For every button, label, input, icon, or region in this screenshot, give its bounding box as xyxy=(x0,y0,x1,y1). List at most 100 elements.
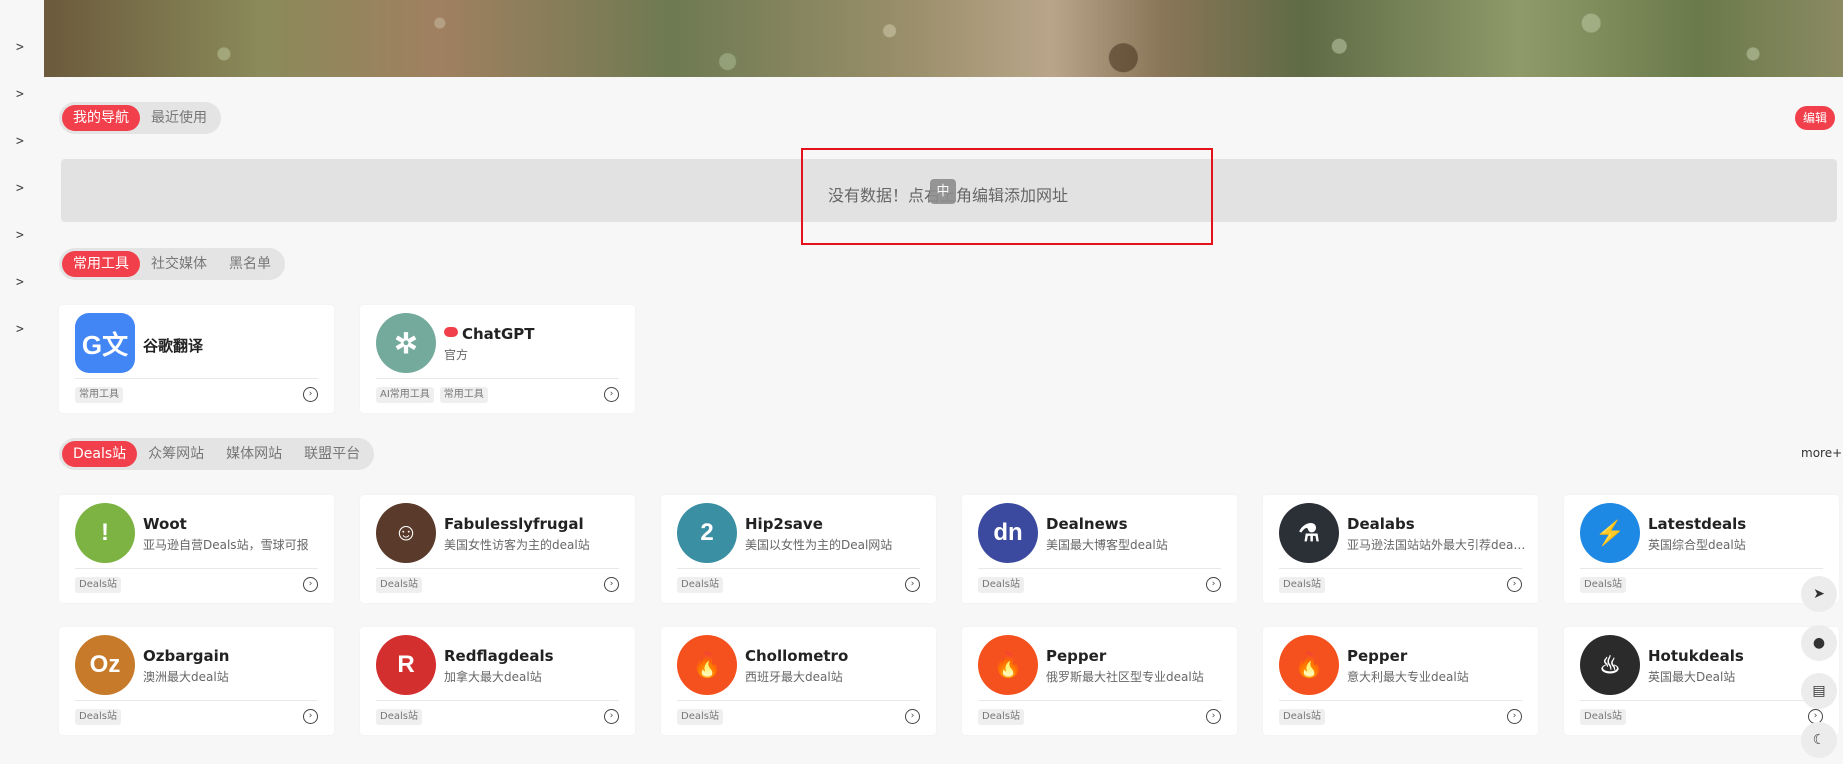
edit-button[interactable]: 编辑 xyxy=(1795,106,1836,130)
chevron-right-icon[interactable]: > xyxy=(16,322,24,337)
chevron-right-icon[interactable]: > xyxy=(16,87,24,102)
site-card[interactable]: dn Dealnews 美国最大博客型deal站 Deals站 › xyxy=(962,495,1237,603)
go-arrow-icon[interactable]: › xyxy=(1206,709,1221,724)
go-arrow-icon[interactable]: › xyxy=(303,709,318,724)
tab-deals[interactable]: Deals站 xyxy=(62,441,138,467)
site-card[interactable]: ! Woot 亚马逊自营Deals站，雪球可报 Deals站 › xyxy=(59,495,334,603)
site-card[interactable]: ♨ Hotukdeals 英国最大Deal站 Deals站 › xyxy=(1564,627,1839,735)
woot-exclamation-icon: ! xyxy=(75,503,135,563)
chevron-right-icon[interactable]: > xyxy=(16,40,24,55)
site-card[interactable]: 🔥 Pepper 意大利最大专业deal站 Deals站 › xyxy=(1263,627,1538,735)
site-subtitle: 亚马逊法国站站外最大引荐deal站 xyxy=(1347,538,1527,552)
site-subtitle: 美国最大博客型deal站 xyxy=(1046,538,1168,552)
google-translate-icon: G文 xyxy=(75,313,135,373)
site-tag[interactable]: 常用工具 xyxy=(75,387,123,403)
go-arrow-icon[interactable]: › xyxy=(1206,577,1221,592)
hot-badge xyxy=(444,327,458,337)
site-tag[interactable]: Deals站 xyxy=(978,709,1024,725)
go-arrow-icon[interactable]: › xyxy=(905,577,920,592)
redflagdeals-r-icon: R xyxy=(376,635,436,695)
highlight-box xyxy=(801,148,1213,245)
site-card[interactable]: G文 谷歌翻译 常用工具 › xyxy=(59,305,334,413)
site-tag[interactable]: Deals站 xyxy=(1580,577,1626,593)
site-subtitle: 加拿大最大deal站 xyxy=(444,670,542,684)
go-arrow-icon[interactable]: › xyxy=(604,387,619,402)
site-title: Chollometro xyxy=(745,647,849,665)
tab-blacklist[interactable]: 黑名单 xyxy=(218,251,282,277)
site-title: Pepper xyxy=(1347,647,1408,665)
tab-social-media[interactable]: 社交媒体 xyxy=(140,251,218,277)
site-title: Dealabs xyxy=(1347,515,1415,533)
go-arrow-icon[interactable]: › xyxy=(303,577,318,592)
dark-mode-icon[interactable]: ☾ xyxy=(1801,722,1837,758)
calculator-icon[interactable]: ▤ xyxy=(1801,673,1837,709)
chevron-right-icon[interactable]: > xyxy=(16,181,24,196)
site-tag[interactable]: Deals站 xyxy=(677,709,723,725)
go-arrow-icon[interactable]: › xyxy=(1507,577,1522,592)
tab-crowdfunding[interactable]: 众筹网站 xyxy=(137,441,215,467)
site-subtitle: 西班牙最大deal站 xyxy=(745,670,843,684)
site-title: Dealnews xyxy=(1046,515,1128,533)
site-tag[interactable]: Deals站 xyxy=(376,577,422,593)
site-subtitle: 俄罗斯最大社区型专业deal站 xyxy=(1046,670,1204,684)
tab-media[interactable]: 媒体网站 xyxy=(215,441,293,467)
site-title: Latestdeals xyxy=(1648,515,1747,533)
site-card[interactable]: Oz Ozbargain 澳洲最大deal站 Deals站 › xyxy=(59,627,334,735)
site-title: Woot xyxy=(143,515,187,533)
site-card[interactable]: 🔥 Chollometro 西班牙最大deal站 Deals站 › xyxy=(661,627,936,735)
tab-affiliate[interactable]: 联盟平台 xyxy=(293,441,371,467)
go-arrow-icon[interactable]: › xyxy=(1507,709,1522,724)
left-sidebar: > > > > > > > xyxy=(0,0,44,764)
tab-common-tools[interactable]: 常用工具 xyxy=(62,251,140,277)
site-tag[interactable]: Deals站 xyxy=(978,577,1024,593)
fabulesslyfrugal-portrait-icon: ☺ xyxy=(376,503,436,563)
go-arrow-icon[interactable]: › xyxy=(303,387,318,402)
site-subtitle: 英国最大Deal站 xyxy=(1648,670,1736,684)
site-tag[interactable]: Deals站 xyxy=(1580,709,1626,725)
chatgpt-icon: ✲ xyxy=(376,313,436,373)
site-card[interactable]: ☺ Fabulesslyfrugal 美国女性访客为主的deal站 Deals站 › xyxy=(360,495,635,603)
tools-tabs: 常用工具 社交媒体 黑名单 xyxy=(59,248,285,280)
deals-tabs: Deals站 众筹网站 媒体网站 联盟平台 xyxy=(59,438,375,470)
back-to-top-icon[interactable]: ➤ xyxy=(1801,576,1837,612)
go-arrow-icon[interactable]: › xyxy=(905,709,920,724)
tab-recent[interactable]: 最近使用 xyxy=(140,105,218,131)
site-subtitle: 澳洲最大deal站 xyxy=(143,670,229,684)
site-card[interactable]: 🔥 Pepper 俄罗斯最大社区型专业deal站 Deals站 › xyxy=(962,627,1237,735)
site-card[interactable]: ⚡Latestdeals英国综合型deal站Deals站› xyxy=(1564,495,1839,603)
site-title: Hip2save xyxy=(745,515,823,533)
dealnews-dn-icon: dn xyxy=(978,503,1038,563)
more-link[interactable]: more+ xyxy=(1801,446,1842,460)
site-card[interactable]: ✲ ChatGPT 官方 AI常用工具 常用工具 › xyxy=(360,305,635,413)
chevron-right-icon[interactable]: > xyxy=(16,134,24,149)
site-subtitle: 美国女性访客为主的deal站 xyxy=(444,538,590,552)
site-tag[interactable]: Deals站 xyxy=(1279,577,1325,593)
chat-icon[interactable]: ● xyxy=(1801,625,1837,661)
site-tag[interactable]: AI常用工具 xyxy=(376,387,434,403)
site-tag[interactable]: Deals站 xyxy=(75,709,121,725)
site-tag[interactable]: 常用工具 xyxy=(439,387,488,403)
site-card[interactable]: 2 Hip2save 美国以女性为主的Deal网站 Deals站 › xyxy=(661,495,936,603)
site-tag[interactable]: Deals站 xyxy=(376,709,422,725)
site-title: 谷歌翻译 xyxy=(143,337,204,355)
site-tag[interactable]: Deals站 xyxy=(677,577,723,593)
site-card[interactable]: R Redflagdeals 加拿大最大deal站 Deals站 › xyxy=(360,627,635,735)
site-tag[interactable]: Deals站 xyxy=(75,577,121,593)
site-card[interactable]: ⚗ Dealabs 亚马逊法国站站外最大引荐deal站 Deals站 › xyxy=(1263,495,1538,603)
site-subtitle: 美国以女性为主的Deal网站 xyxy=(745,538,893,552)
chevron-right-icon[interactable]: > xyxy=(16,228,24,243)
site-subtitle: 亚马逊自营Deals站，雪球可报 xyxy=(143,538,309,552)
tab-my-nav[interactable]: 我的导航 xyxy=(62,105,140,131)
site-title: Ozbargain xyxy=(143,647,230,665)
latestdeals-bolt-icon: ⚡ xyxy=(1580,503,1640,563)
site-subtitle: 意大利最大专业deal站 xyxy=(1347,670,1469,684)
site-title: Fabulesslyfrugal xyxy=(444,515,584,533)
site-title: ChatGPT xyxy=(444,325,535,343)
site-title: Hotukdeals xyxy=(1648,647,1744,665)
go-arrow-icon[interactable]: › xyxy=(604,709,619,724)
site-tag[interactable]: Deals站 xyxy=(1279,709,1325,725)
pepper-flame-icon: 🔥 xyxy=(677,635,737,695)
go-arrow-icon[interactable]: › xyxy=(604,577,619,592)
site-title: Pepper xyxy=(1046,647,1107,665)
chevron-right-icon[interactable]: > xyxy=(16,275,24,290)
